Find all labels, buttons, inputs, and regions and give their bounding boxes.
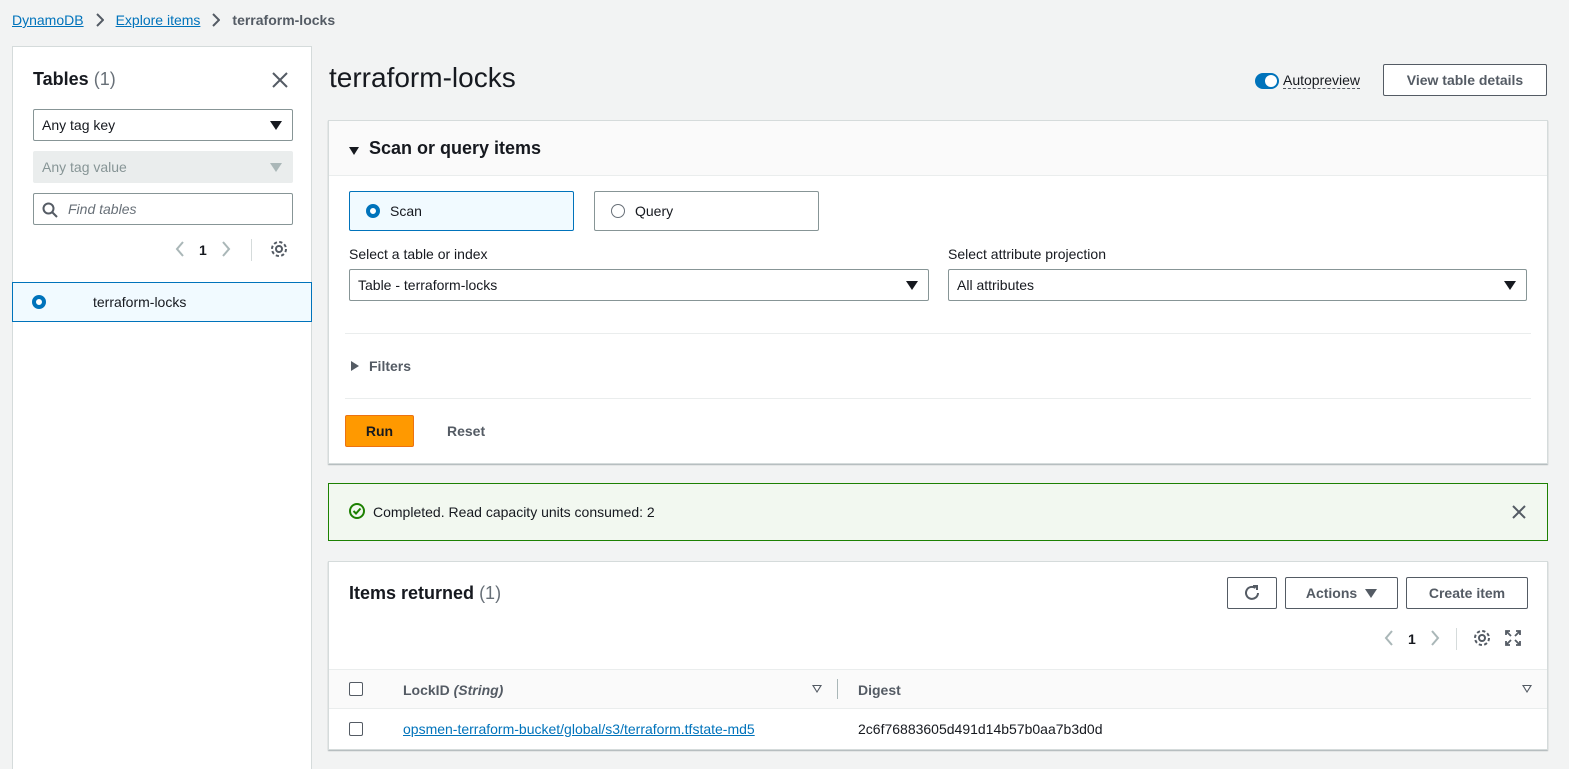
divider	[345, 398, 1531, 399]
sidebar-pagination: 1	[175, 239, 288, 261]
breadcrumb-explore-items-link[interactable]: Explore items	[116, 12, 201, 28]
close-icon[interactable]	[1511, 504, 1527, 523]
projection-value: All attributes	[957, 277, 1035, 293]
sidebar-page-number[interactable]: 1	[199, 242, 207, 258]
items-page-number[interactable]: 1	[1408, 631, 1416, 647]
digest-cell: 2c6f76883605d491d14b57b0aa7b3d0d	[858, 721, 1103, 737]
chevron-right-icon	[95, 13, 104, 27]
filters-expander[interactable]: Filters	[351, 358, 411, 374]
caret-down-icon	[270, 121, 282, 130]
caret-down-icon	[1365, 588, 1378, 598]
table-index-select[interactable]: Table - terraform-locks	[349, 269, 929, 301]
items-pagination: 1	[1384, 628, 1521, 650]
tag-key-value: Any tag key	[42, 117, 116, 133]
autopreview-toggle[interactable]	[1255, 72, 1279, 89]
sidebar-table-count: (1)	[93, 69, 116, 89]
filters-label: Filters	[369, 358, 412, 374]
breadcrumb-current: terraform-locks	[232, 12, 336, 28]
find-tables-input[interactable]: Find tables	[33, 193, 293, 225]
chevron-left-icon[interactable]	[1384, 629, 1394, 649]
sidebar-item-label: terraform-locks	[93, 294, 187, 310]
caret-down-icon	[270, 163, 282, 172]
radio-selected-icon[interactable]	[32, 295, 46, 309]
gear-icon[interactable]	[270, 240, 288, 261]
column-resizer[interactable]	[837, 679, 838, 699]
chevron-left-icon[interactable]	[175, 240, 185, 260]
sort-icon[interactable]	[812, 685, 822, 693]
fullscreen-icon[interactable]	[1504, 629, 1521, 649]
check-circle-icon	[349, 502, 365, 522]
items-returned-panel: Items returned (1) Actions Create item 1…	[328, 561, 1548, 750]
chevron-right-icon[interactable]	[221, 240, 231, 260]
items-title-text: Items returned	[349, 583, 475, 603]
actions-label: Actions	[1305, 585, 1358, 601]
lockid-link[interactable]: opsmen-terraform-bucket/global/s3/terraf…	[403, 721, 755, 737]
divider	[345, 333, 1531, 334]
scan-query-title: Scan or query items	[369, 137, 542, 158]
column-header-lockid[interactable]: LockID (String)	[403, 682, 503, 698]
lockid-header-label: LockID	[403, 682, 450, 698]
caret-down-icon	[906, 281, 918, 290]
refresh-button[interactable]	[1227, 577, 1277, 609]
caret-down-icon	[349, 147, 359, 155]
table-index-value: Table - terraform-locks	[358, 277, 498, 293]
chevron-right-icon[interactable]	[1430, 629, 1440, 649]
tables-sidebar: Tables (1) Any tag key Any tag value Fin…	[12, 46, 312, 769]
page-title: terraform-locks	[329, 62, 516, 93]
row-checkbox[interactable]	[349, 722, 363, 736]
tag-value-select: Any tag value	[33, 151, 293, 183]
breadcrumb-dynamodb-link[interactable]: DynamoDB	[12, 12, 84, 28]
gear-icon[interactable]	[1473, 629, 1491, 650]
create-item-button[interactable]: Create item	[1406, 577, 1528, 609]
table-row: opsmen-terraform-bucket/global/s3/terraf…	[329, 709, 1547, 749]
radio-unselected-icon	[611, 204, 625, 218]
lockid-type-label: (String)	[453, 682, 504, 698]
autopreview-toggle-group: Autopreview	[1255, 72, 1361, 89]
projection-select[interactable]: All attributes	[948, 269, 1527, 301]
sidebar-title-text: Tables	[33, 69, 89, 89]
query-option-label: Query	[635, 203, 674, 219]
scan-option[interactable]: Scan	[349, 191, 574, 231]
select-all-checkbox[interactable]	[349, 682, 363, 696]
run-button[interactable]: Run	[345, 415, 414, 447]
column-header-digest[interactable]: Digest	[858, 682, 901, 698]
items-count: (1)	[479, 583, 502, 603]
items-returned-title: Items returned (1)	[349, 583, 501, 604]
divider	[250, 239, 252, 261]
tag-key-select[interactable]: Any tag key	[33, 109, 293, 141]
chevron-right-icon	[212, 13, 221, 27]
success-alert: Completed. Read capacity units consumed:…	[328, 483, 1548, 541]
scan-option-label: Scan	[390, 203, 422, 219]
scan-query-panel: Scan or query items Scan Query Select a …	[328, 120, 1548, 464]
tag-value-value: Any tag value	[42, 159, 127, 175]
search-icon	[42, 202, 58, 218]
refresh-icon	[1245, 585, 1259, 600]
actions-dropdown-button[interactable]: Actions	[1285, 577, 1398, 609]
alert-message: Completed. Read capacity units consumed:…	[373, 504, 655, 520]
scan-query-header[interactable]: Scan or query items	[329, 121, 1547, 176]
autopreview-label[interactable]: Autopreview	[1283, 72, 1361, 89]
table-index-label: Select a table or index	[349, 246, 488, 262]
sidebar-item-terraform-locks[interactable]: terraform-locks	[12, 282, 312, 322]
view-table-details-button[interactable]: View table details	[1383, 64, 1547, 96]
breadcrumb: DynamoDB Explore items terraform-locks	[12, 12, 335, 28]
divider	[1455, 628, 1457, 650]
caret-down-icon	[1504, 281, 1516, 290]
query-option[interactable]: Query	[594, 191, 819, 231]
sort-icon[interactable]	[1522, 685, 1532, 693]
projection-label: Select attribute projection	[948, 246, 1106, 262]
find-tables-placeholder: Find tables	[68, 201, 137, 217]
reset-button[interactable]: Reset	[437, 415, 495, 447]
caret-right-icon	[351, 361, 359, 371]
table-header: LockID (String) Digest	[329, 669, 1547, 709]
radio-selected-icon	[366, 204, 380, 218]
sidebar-title: Tables (1)	[33, 69, 116, 90]
close-icon[interactable]	[271, 71, 289, 89]
